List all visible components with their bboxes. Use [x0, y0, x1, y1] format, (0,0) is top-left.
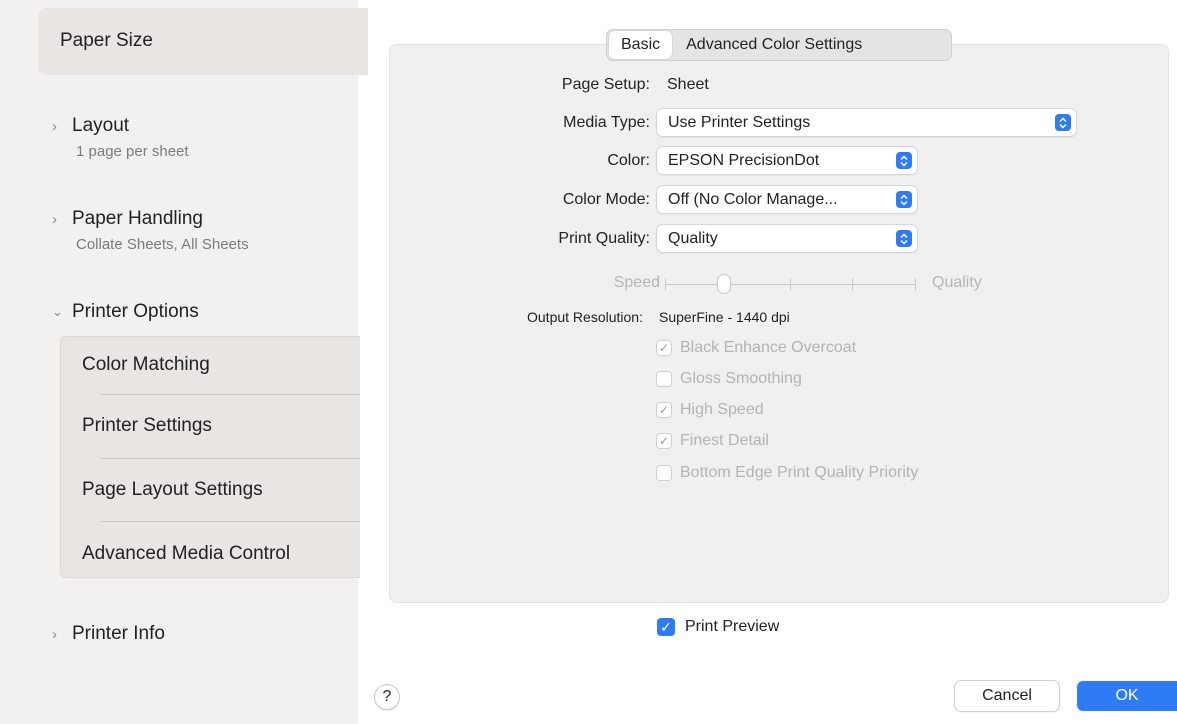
sidebar-section-printer-info[interactable]: › Printer Info	[52, 621, 165, 647]
option-label: High Speed	[680, 401, 764, 418]
up-down-arrows-icon	[1055, 114, 1071, 131]
chevron-right-icon: ›	[52, 117, 57, 135]
option-label: Black Enhance Overcoat	[680, 339, 857, 356]
ok-button[interactable]: OK	[1077, 681, 1177, 711]
checkbox-checked[interactable]: ✓	[656, 402, 672, 418]
sidebar-item-advanced-media-control[interactable]: Advanced Media Control	[82, 543, 290, 565]
color-mode-label: Color Mode:	[562, 191, 650, 208]
checkbox-checked[interactable]: ✓	[656, 433, 672, 449]
color-mode-value: Off (No Color Manage...	[668, 190, 838, 208]
cancel-button[interactable]: Cancel	[955, 681, 1059, 711]
media-type-select[interactable]: Use Printer Settings	[657, 109, 1076, 136]
tab-bar: Basic Advanced Color Settings	[606, 29, 952, 61]
color-label: Color:	[607, 152, 650, 169]
sidebar-section-title: Layout	[72, 115, 130, 136]
tab-advanced-color-settings[interactable]: Advanced Color Settings	[672, 36, 876, 54]
page-setup-label: Page Setup:	[561, 76, 650, 93]
slider-tick	[665, 278, 666, 291]
slider-tick	[915, 278, 916, 291]
checkbox-unchecked[interactable]	[656, 371, 672, 387]
option-label: Bottom Edge Print Quality Priority	[680, 464, 919, 481]
option-high-speed[interactable]: ✓ High Speed	[656, 399, 764, 421]
sidebar-section-paper-handling[interactable]: › Paper Handling Collate Sheets, All She…	[52, 206, 249, 253]
sidebar-item-label: Paper Size	[60, 30, 153, 51]
checkbox-unchecked[interactable]	[656, 465, 672, 481]
slider-tick	[852, 278, 853, 291]
color-select[interactable]: EPSON PrecisionDot	[657, 147, 917, 174]
slider-left-label: Speed	[613, 274, 660, 291]
divider	[101, 394, 360, 395]
sidebar-section-subtitle: 1 page per sheet	[76, 143, 189, 160]
divider	[101, 521, 360, 522]
slider-knob[interactable]	[717, 274, 731, 294]
print-quality-value: Quality	[668, 229, 718, 247]
chevron-down-icon: ⌄	[52, 304, 63, 319]
output-resolution-value: SuperFine - 1440 dpi	[659, 309, 790, 325]
up-down-arrows-icon	[896, 152, 912, 169]
option-finest-detail[interactable]: ✓ Finest Detail	[656, 430, 769, 452]
color-mode-select[interactable]: Off (No Color Manage...	[657, 186, 917, 213]
up-down-arrows-icon	[896, 191, 912, 208]
help-button[interactable]: ?	[374, 684, 400, 710]
printer-options-group: Color Matching Printer Settings Page Lay…	[60, 336, 360, 578]
sidebar-section-printer-options[interactable]: ⌄ Printer Options	[52, 299, 199, 325]
speed-quality-slider[interactable]: Speed Quality	[590, 271, 1010, 297]
sidebar-section-title: Printer Options	[72, 301, 199, 322]
tab-basic[interactable]: Basic	[609, 31, 673, 59]
print-preview-label: Print Preview	[685, 618, 780, 635]
chevron-right-icon: ›	[52, 210, 57, 228]
sidebar: Paper Size › Layout 1 page per sheet › P…	[0, 0, 368, 724]
chevron-right-icon: ›	[52, 625, 57, 643]
color-value: EPSON PrecisionDot	[668, 151, 820, 169]
sidebar-section-layout[interactable]: › Layout 1 page per sheet	[52, 113, 189, 160]
option-gloss-smoothing[interactable]: Gloss Smoothing	[656, 368, 802, 390]
page-setup-value: Sheet	[667, 76, 709, 93]
sidebar-item-color-matching[interactable]: Color Matching	[82, 354, 210, 376]
up-down-arrows-icon	[896, 230, 912, 247]
option-black-enhance-overcoat[interactable]: ✓ Black Enhance Overcoat	[656, 337, 856, 359]
checkbox-checked[interactable]: ✓	[656, 340, 672, 356]
sidebar-section-title: Paper Handling	[72, 208, 203, 229]
sidebar-item-page-layout-settings[interactable]: Page Layout Settings	[82, 479, 263, 501]
sidebar-section-subtitle: Collate Sheets, All Sheets	[76, 236, 249, 253]
option-label: Gloss Smoothing	[680, 370, 802, 387]
sidebar-item-printer-settings[interactable]: Printer Settings	[82, 415, 212, 437]
option-label: Finest Detail	[680, 432, 769, 449]
print-preview-checkbox-row[interactable]: ✓ Print Preview	[657, 618, 779, 636]
sidebar-item-paper-size[interactable]: Paper Size	[38, 8, 368, 75]
output-resolution-label: Output Resolution:	[527, 309, 643, 325]
checkbox-checked[interactable]: ✓	[657, 618, 675, 636]
slider-tick	[790, 278, 791, 291]
slider-right-label: Quality	[932, 274, 982, 291]
media-type-label: Media Type:	[563, 114, 650, 131]
media-type-value: Use Printer Settings	[668, 113, 811, 131]
option-bottom-edge-print-quality-priority[interactable]: Bottom Edge Print Quality Priority	[656, 462, 918, 484]
sidebar-section-title: Printer Info	[72, 623, 165, 644]
print-quality-label: Print Quality:	[558, 230, 650, 247]
divider	[101, 458, 360, 459]
print-quality-select[interactable]: Quality	[657, 225, 917, 252]
